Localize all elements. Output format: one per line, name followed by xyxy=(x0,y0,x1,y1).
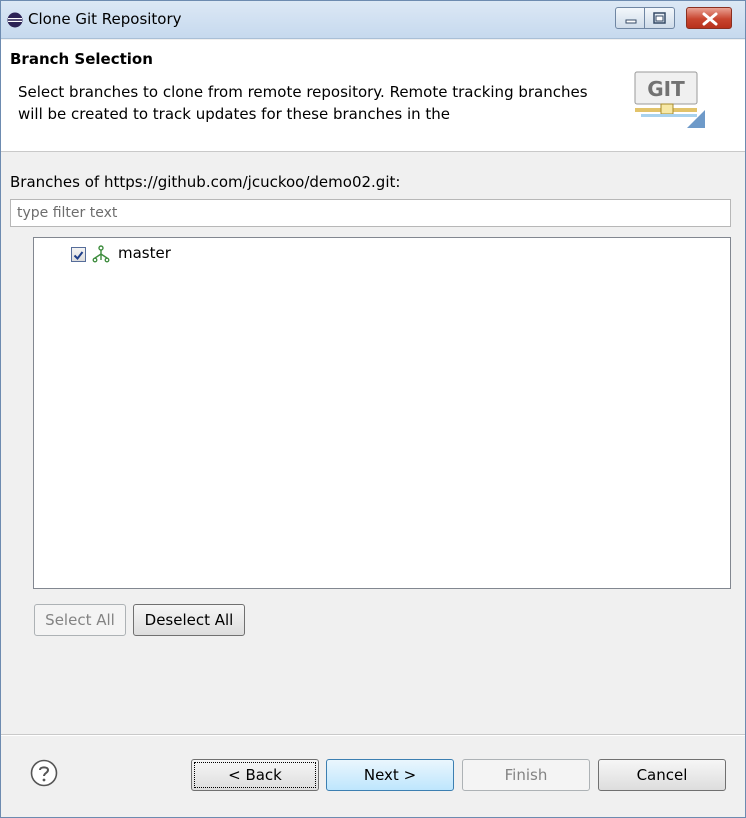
branch-label: master xyxy=(118,244,171,262)
finish-button[interactable]: Finish xyxy=(462,759,590,791)
page-description: Select branches to clone from remote rep… xyxy=(18,83,588,123)
branch-checkbox[interactable] xyxy=(71,247,86,262)
clone-git-repository-dialog: Clone Git Repository Branch Selection Se… xyxy=(0,0,746,818)
wizard-header: Branch Selection Select branches to clon… xyxy=(1,40,745,152)
checkmark-icon xyxy=(73,251,84,261)
minimize-button[interactable] xyxy=(615,7,645,29)
next-button[interactable]: Next > xyxy=(326,759,454,791)
window-title: Clone Git Repository xyxy=(28,10,182,28)
maximize-button[interactable] xyxy=(645,7,675,29)
footer-separator xyxy=(1,734,745,736)
minimize-icon xyxy=(625,19,637,24)
branch-icon xyxy=(92,245,110,263)
git-logo-icon: GIT xyxy=(634,71,705,128)
branches-label: Branches of https://github.com/jcuckoo/d… xyxy=(10,173,401,191)
branch-tree[interactable]: master xyxy=(33,237,731,589)
maximize-icon xyxy=(653,12,666,24)
cancel-button[interactable]: Cancel xyxy=(598,759,726,791)
eclipse-app-icon xyxy=(7,12,23,28)
back-button[interactable]: < Back xyxy=(191,759,319,791)
select-all-button[interactable]: Select All xyxy=(34,604,126,636)
filter-input[interactable] xyxy=(10,199,731,227)
git-logo-text: GIT xyxy=(647,77,685,101)
help-icon[interactable] xyxy=(30,759,58,787)
title-bar[interactable]: Clone Git Repository xyxy=(1,1,745,39)
page-title: Branch Selection xyxy=(10,50,153,68)
close-button[interactable] xyxy=(686,7,732,29)
close-icon xyxy=(702,12,718,26)
deselect-all-button[interactable]: Deselect All xyxy=(133,604,245,636)
